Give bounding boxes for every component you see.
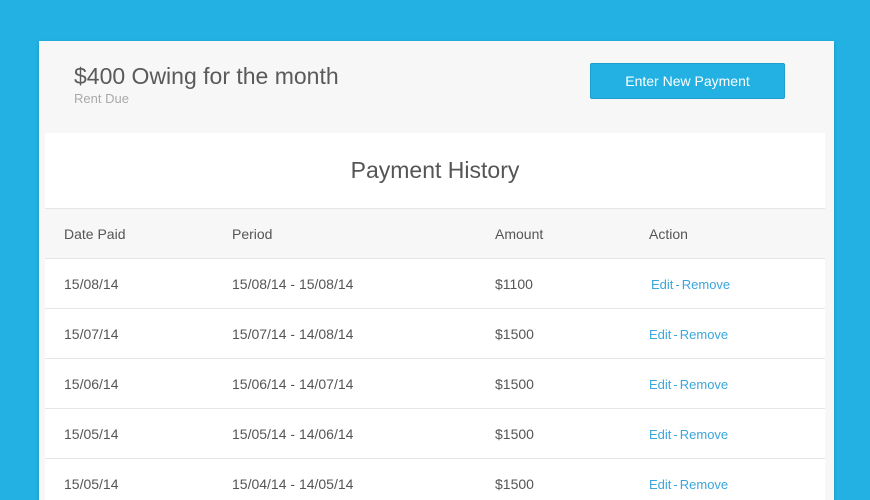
action-separator: -: [675, 276, 680, 292]
payment-history-panel: Payment History Date Paid Period Amount …: [45, 133, 825, 500]
amount-cell: $1500: [495, 426, 534, 442]
action-separator: -: [673, 326, 678, 342]
remove-link[interactable]: Remove: [680, 327, 728, 342]
column-header-date-paid: Date Paid: [64, 226, 126, 242]
enter-new-payment-button[interactable]: Enter New Payment: [590, 63, 785, 99]
table-row: 15/06/14 15/06/14 - 14/07/14 $1500 Edit -…: [45, 359, 825, 409]
column-header-action: Action: [649, 226, 688, 242]
remove-link[interactable]: Remove: [680, 377, 728, 392]
action-cell: Edit - Remove: [651, 259, 730, 309]
edit-link[interactable]: Edit: [649, 477, 671, 492]
owing-amount-title: $400 Owing for the month: [74, 63, 339, 89]
remove-link[interactable]: Remove: [680, 427, 728, 442]
column-header-period: Period: [232, 226, 273, 242]
action-cell: Edit - Remove: [649, 409, 728, 459]
amount-cell: $1100: [495, 276, 533, 292]
date-paid-cell: 15/05/14: [64, 476, 119, 492]
period-cell: 15/05/14 - 14/06/14: [232, 426, 354, 442]
period-cell: 15/07/14 - 14/08/14: [232, 326, 354, 342]
date-paid-cell: 15/05/14: [64, 426, 119, 442]
action-cell: Edit - Remove: [649, 309, 728, 359]
action-cell: Edit - Remove: [649, 359, 728, 409]
period-cell: 15/08/14 - 15/08/14: [232, 276, 354, 292]
table-row: 15/05/14 15/04/14 - 14/05/14 $1500 Edit -…: [45, 459, 825, 500]
remove-link[interactable]: Remove: [680, 477, 728, 492]
table-row: 15/05/14 15/05/14 - 14/06/14 $1500 Edit -…: [45, 409, 825, 459]
period-cell: 15/06/14 - 14/07/14: [232, 376, 354, 392]
edit-link[interactable]: Edit: [649, 377, 671, 392]
summary-header: $400 Owing for the month Rent Due Enter …: [39, 41, 834, 133]
edit-link[interactable]: Edit: [649, 427, 671, 442]
remove-link[interactable]: Remove: [682, 277, 730, 292]
date-paid-cell: 15/08/14: [64, 276, 119, 292]
period-cell: 15/04/14 - 14/05/14: [232, 476, 354, 492]
action-separator: -: [673, 476, 678, 492]
payment-card: $400 Owing for the month Rent Due Enter …: [39, 41, 834, 500]
table-row: 15/08/14 15/08/14 - 15/08/14 $1100 Edit -…: [45, 259, 825, 309]
payment-history-title: Payment History: [45, 133, 825, 209]
date-paid-cell: 15/06/14: [64, 376, 119, 392]
amount-cell: $1500: [495, 476, 534, 492]
edit-link[interactable]: Edit: [651, 277, 673, 292]
table-header: Date Paid Period Amount Action: [45, 209, 825, 259]
amount-cell: $1500: [495, 376, 534, 392]
table-row: 15/07/14 15/07/14 - 14/08/14 $1500 Edit -…: [45, 309, 825, 359]
action-separator: -: [673, 426, 678, 442]
action-separator: -: [673, 376, 678, 392]
date-paid-cell: 15/07/14: [64, 326, 119, 342]
edit-link[interactable]: Edit: [649, 327, 671, 342]
amount-cell: $1500: [495, 326, 534, 342]
owing-subtitle: Rent Due: [74, 91, 129, 106]
action-cell: Edit - Remove: [649, 459, 728, 500]
column-header-amount: Amount: [495, 226, 544, 242]
